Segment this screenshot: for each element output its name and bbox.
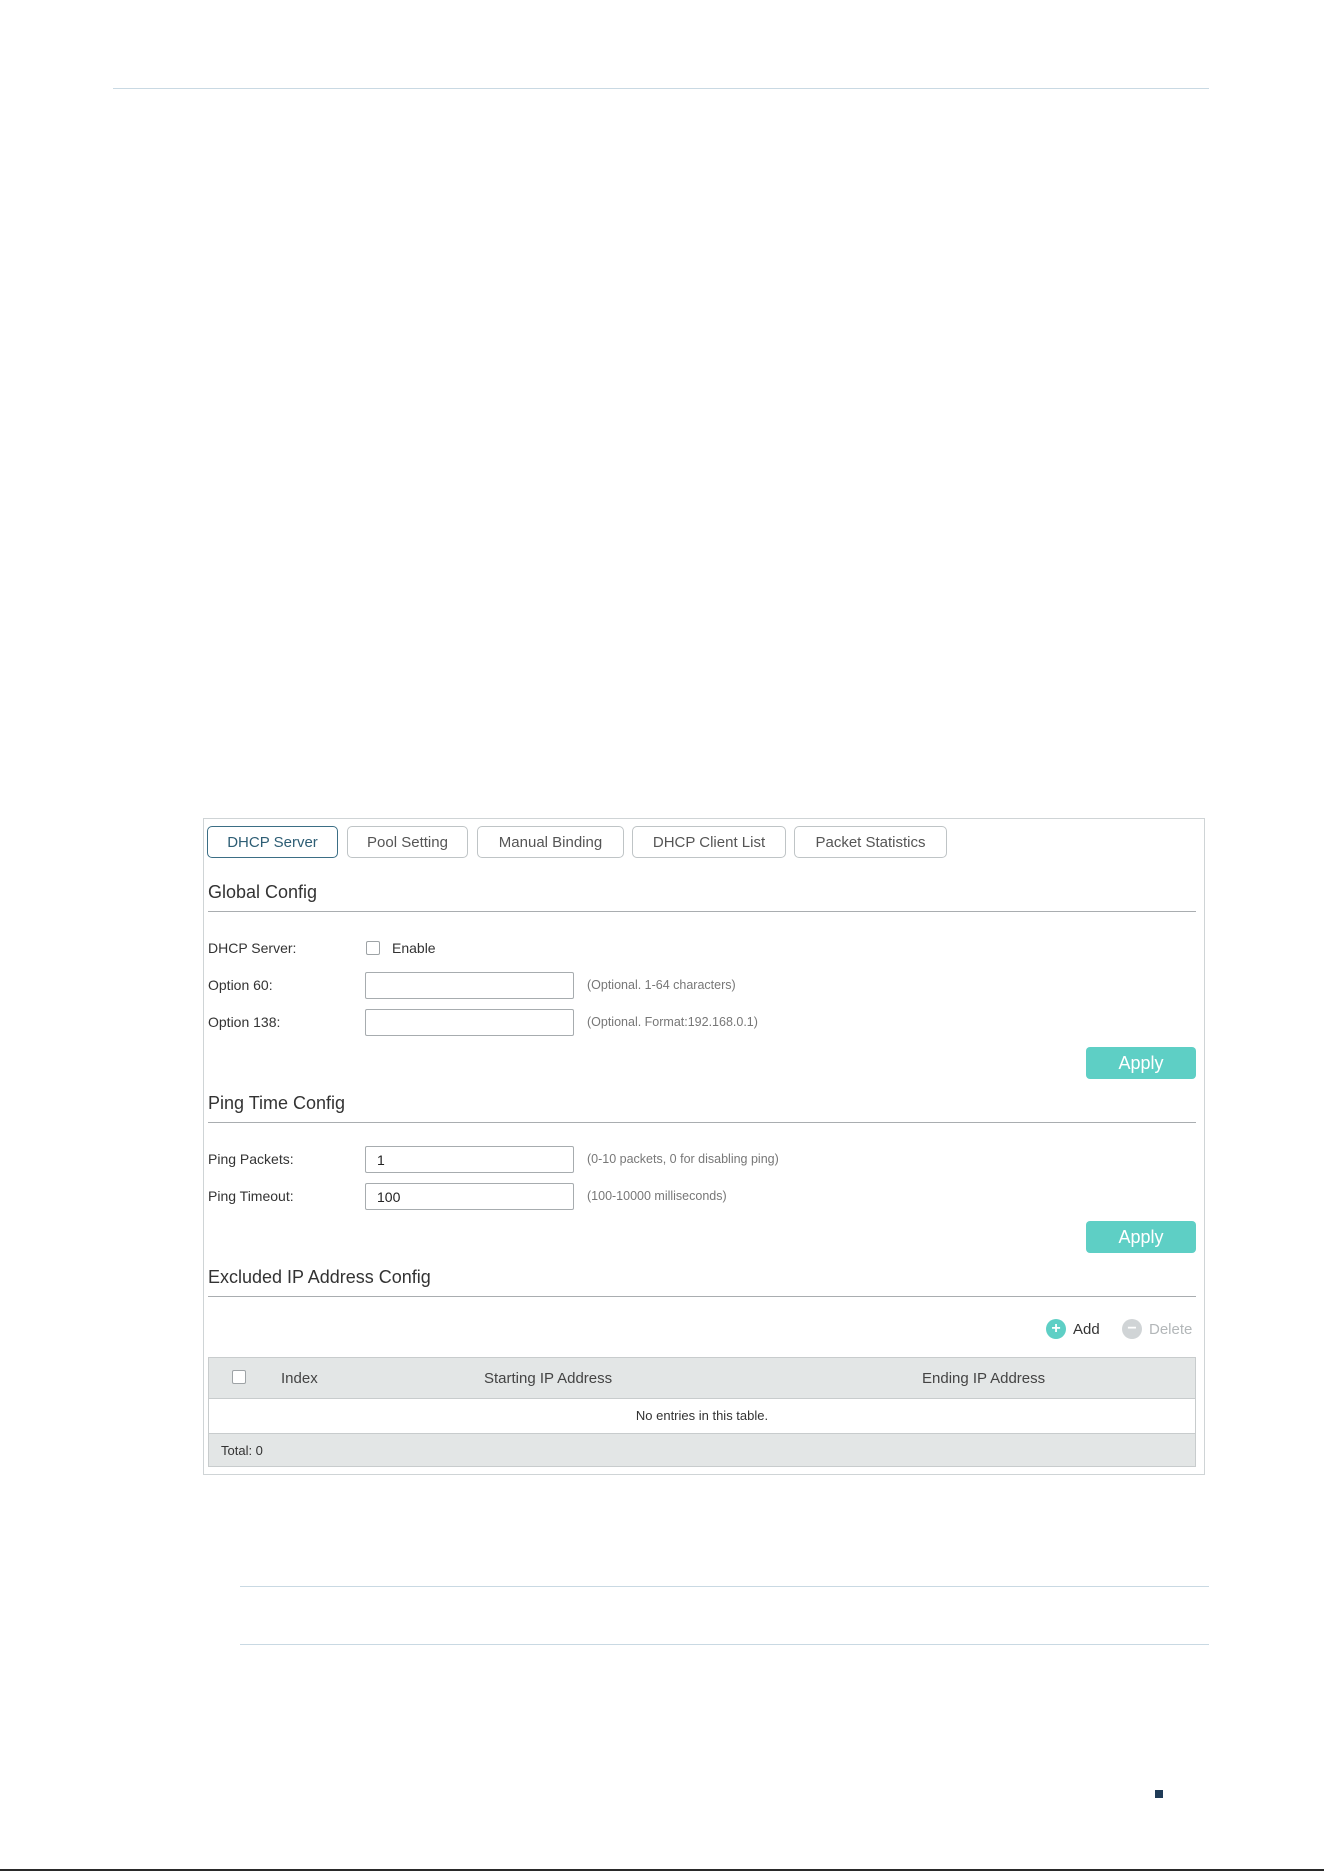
dhcp-config-panel: DHCP Server Pool Setting Manual Binding … xyxy=(203,818,1205,1475)
dhcp-server-enable-checkbox[interactable] xyxy=(366,941,380,955)
option138-input[interactable] xyxy=(365,1009,574,1036)
option60-hint: (Optional. 1-64 characters) xyxy=(587,978,736,992)
footer-rule xyxy=(0,1869,1324,1871)
table-empty-message: No entries in this table. xyxy=(635,1408,769,1423)
section-title-ping-time-config: Ping Time Config xyxy=(208,1093,346,1113)
add-circle-icon: + xyxy=(1046,1319,1066,1339)
section-title-excluded-ip-config: Excluded IP Address Config xyxy=(208,1267,431,1287)
table-header: Index Starting IP Address Ending IP Addr… xyxy=(209,1358,1195,1399)
delete-button[interactable]: − Delete xyxy=(1122,1319,1192,1339)
dhcp-server-label: DHCP Server: xyxy=(208,940,297,956)
tab-dhcp-server[interactable]: DHCP Server xyxy=(207,826,338,858)
add-button[interactable]: + Add xyxy=(1046,1319,1100,1339)
ping-packets-label: Ping Packets: xyxy=(208,1151,294,1167)
option138-hint: (Optional. Format:192.168.0.1) xyxy=(587,1015,758,1029)
option60-label: Option 60: xyxy=(208,977,273,993)
option138-label: Option 138: xyxy=(208,1014,281,1030)
table-total: Total: 0 xyxy=(221,1443,263,1458)
page-marker xyxy=(1155,1790,1163,1798)
ping-config-apply-button[interactable]: Apply xyxy=(1086,1221,1196,1253)
excluded-ip-table: Index Starting IP Address Ending IP Addr… xyxy=(208,1357,1196,1467)
global-config-apply-button[interactable]: Apply xyxy=(1086,1047,1196,1079)
tab-manual-binding[interactable]: Manual Binding xyxy=(477,826,624,858)
tab-packet-statistics[interactable]: Packet Statistics xyxy=(794,826,947,858)
delete-circle-icon: − xyxy=(1122,1319,1142,1339)
ping-timeout-hint: (100-10000 milliseconds) xyxy=(587,1189,727,1203)
ping-timeout-label: Ping Timeout: xyxy=(208,1188,294,1204)
tab-pool-setting[interactable]: Pool Setting xyxy=(347,826,468,858)
select-all-checkbox[interactable] xyxy=(232,1370,246,1384)
section-divider xyxy=(208,1122,1196,1123)
header-rule xyxy=(113,88,1209,89)
add-label: Add xyxy=(1073,1320,1100,1338)
section-divider xyxy=(208,1296,1196,1297)
option60-input[interactable] xyxy=(365,972,574,999)
column-header-ending-ip[interactable]: Ending IP Address xyxy=(922,1370,1045,1387)
section-title-global-config: Global Config xyxy=(208,882,318,902)
column-header-index[interactable]: Index xyxy=(281,1370,318,1387)
note-bottom-rule xyxy=(240,1644,1209,1645)
delete-label: Delete xyxy=(1149,1320,1193,1338)
section-divider xyxy=(208,911,1196,912)
note-top-rule xyxy=(240,1586,1209,1587)
column-header-starting-ip[interactable]: Starting IP Address xyxy=(484,1370,612,1387)
ping-packets-input[interactable] xyxy=(365,1146,574,1173)
ping-timeout-input[interactable] xyxy=(365,1183,574,1210)
table-footer: Total: 0 xyxy=(209,1433,1195,1466)
tab-dhcp-client-list[interactable]: DHCP Client List xyxy=(632,826,786,858)
ping-packets-hint: (0-10 packets, 0 for disabling ping) xyxy=(587,1152,779,1166)
enable-label[interactable]: Enable xyxy=(392,940,436,956)
